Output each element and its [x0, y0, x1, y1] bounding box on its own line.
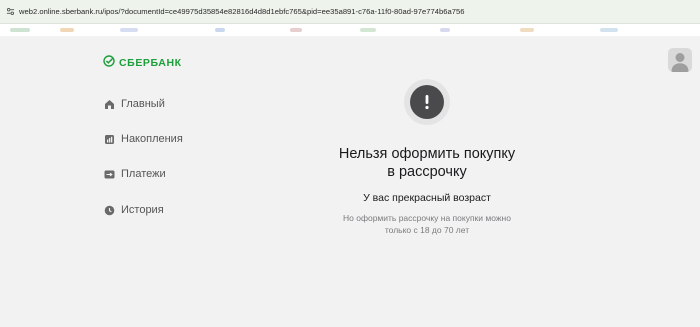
bookmark-item[interactable]	[360, 28, 376, 32]
user-avatar-icon[interactable]	[668, 48, 692, 72]
sidebar-item-history[interactable]: История	[104, 201, 164, 219]
bookmark-item[interactable]	[10, 28, 30, 32]
message-subtitle: У вас прекрасный возраст	[363, 192, 491, 204]
description-line: Но оформить рассрочку на покупки можно	[343, 213, 511, 223]
sidebar-item-label: Главный	[121, 98, 165, 110]
description-line: только с 18 до 70 лет	[384, 225, 470, 235]
bookmarks-bar	[0, 24, 700, 36]
home-icon	[104, 99, 115, 110]
sidebar-item-label: Платежи	[121, 168, 166, 180]
transfer-icon	[104, 169, 115, 180]
bookmark-item[interactable]	[440, 28, 450, 32]
savings-chart-icon	[104, 134, 115, 145]
sberbank-logo[interactable]: СБЕРБАНК	[103, 54, 182, 72]
bookmark-item[interactable]	[520, 28, 534, 32]
sber-check-icon	[103, 54, 115, 72]
bookmark-item[interactable]	[290, 28, 302, 32]
title-line: в рассрочку	[387, 163, 467, 180]
page-title: Нельзя оформить покупку в рассрочку	[300, 146, 554, 181]
title-line: Нельзя оформить покупку	[338, 146, 516, 162]
bookmark-item[interactable]	[215, 28, 225, 32]
sidebar-item-payments[interactable]: Платежи	[104, 165, 166, 183]
sidebar-item-label: История	[121, 204, 164, 216]
bookmark-item[interactable]	[60, 28, 74, 32]
message-description: Но оформить рассрочку на покупки можно т…	[322, 212, 532, 236]
sidebar-item-savings[interactable]: Накопления	[104, 130, 183, 148]
exclamation-icon	[410, 85, 444, 119]
address-bar[interactable]: web2.online.sberbank.ru/ipos/?documentId…	[0, 0, 700, 24]
site-settings-icon[interactable]	[5, 7, 15, 17]
logo-text: СБЕРБАНК	[119, 57, 182, 69]
bookmark-item[interactable]	[120, 28, 138, 32]
alert-badge	[404, 79, 450, 125]
history-icon	[104, 205, 115, 216]
bookmark-item[interactable]	[600, 28, 618, 32]
sidebar-item-label: Накопления	[121, 133, 183, 145]
url-text[interactable]: web2.online.sberbank.ru/ipos/?documentId…	[19, 7, 464, 16]
sidebar-item-home[interactable]: Главный	[104, 95, 165, 113]
